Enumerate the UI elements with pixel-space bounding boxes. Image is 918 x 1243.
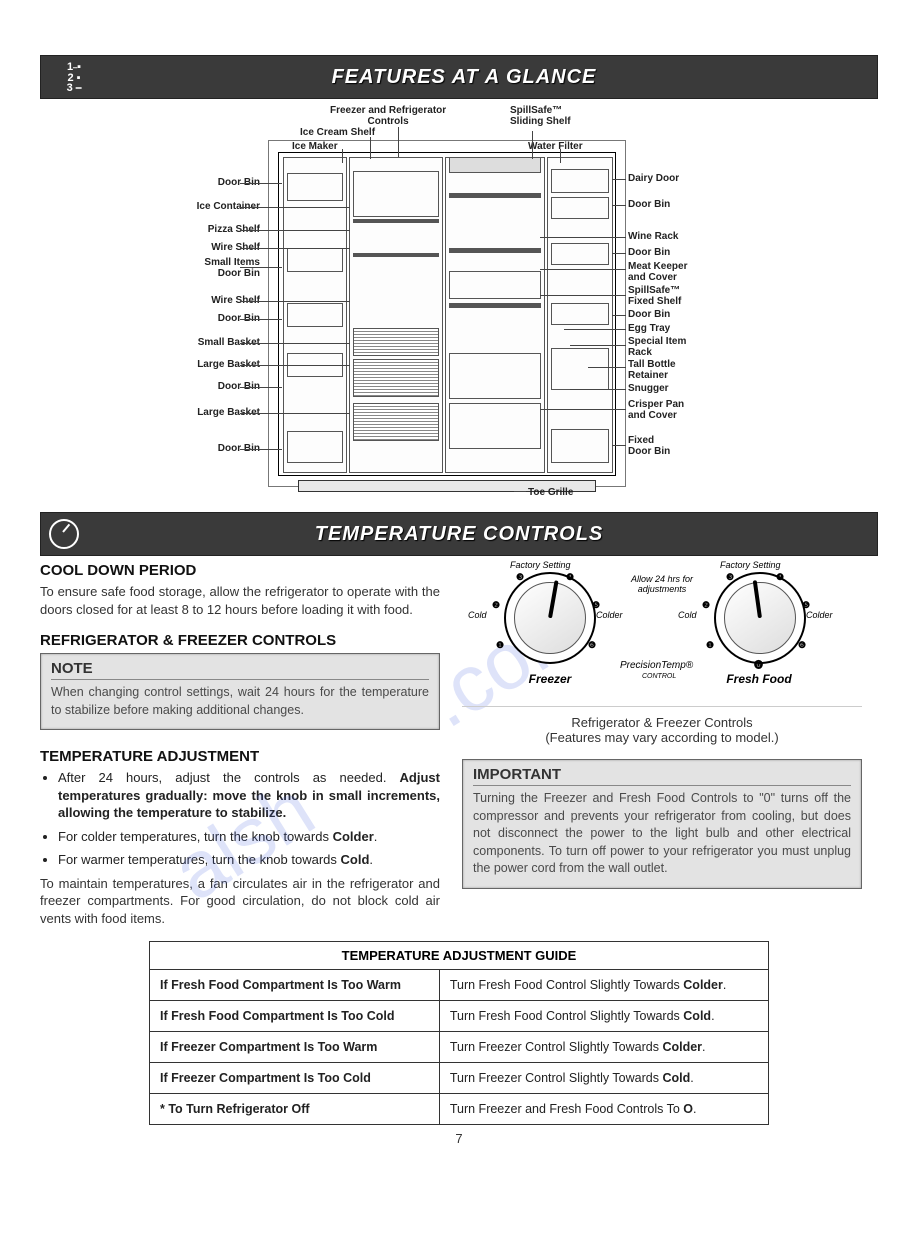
precisiontemp: PrecisionTemp® — [620, 660, 693, 671]
cool-down-heading: COOL DOWN PERIOD — [40, 562, 440, 579]
freezer-dial — [504, 572, 596, 664]
lbl-right-5: SpillSafe™ Fixed Shelf — [628, 285, 681, 307]
table-header: TEMPERATURE ADJUSTMENT GUIDE — [150, 942, 769, 970]
freezer-label: Freezer — [510, 672, 590, 686]
temperature-controls-banner: TEMPERATURE CONTROLS — [40, 512, 878, 556]
right-column: Factory Setting Cold Colder ❶ ❷ ❸ ❹ ❺ ❻ … — [462, 556, 862, 931]
lbl-right-2: Wine Rack — [628, 231, 678, 242]
lbl-right-4: Meat Keeper and Cover — [628, 261, 687, 283]
important-body: Turning the Freezer and Fresh Food Contr… — [473, 790, 851, 878]
colder-2: Colder — [806, 610, 833, 620]
control-small: CONTROL — [642, 673, 676, 680]
table-row: * To Turn Refrigerator OffTurn Freezer a… — [150, 1094, 769, 1125]
note-body: When changing control settings, wait 24 … — [51, 684, 429, 719]
controls-diagram: Factory Setting Cold Colder ❶ ❷ ❸ ❹ ❺ ❻ … — [462, 560, 862, 707]
lbl-right-8: Special Item Rack — [628, 336, 686, 358]
dial-icon — [41, 519, 87, 549]
note-box: NOTE When changing control settings, wai… — [40, 653, 440, 730]
freshfood-dial — [714, 572, 806, 664]
lbl-right-1: Door Bin — [628, 199, 670, 210]
allow-24: Allow 24 hrs for adjustments — [627, 574, 697, 594]
controls-caption-1: Refrigerator & Freezer Controls — [462, 715, 862, 730]
banner-title: FEATURES AT A GLANCE — [97, 66, 877, 89]
table-row: If Freezer Compartment Is Too ColdTurn F… — [150, 1063, 769, 1094]
lbl-right-7: Egg Tray — [628, 323, 670, 334]
temp-adj-heading: TEMPERATURE ADJUSTMENT — [40, 748, 440, 765]
banner2-title: TEMPERATURE CONTROLS — [87, 523, 877, 546]
bullet-2: For colder temperatures, turn the knob t… — [58, 828, 440, 846]
cool-down-body: To ensure safe food storage, allow the r… — [40, 583, 440, 618]
lbl-freezer-refrig-controls: Freezer and Refrigerator Controls — [330, 105, 446, 127]
lbl-water-filter: Water Filter — [528, 141, 583, 152]
bullet-1: After 24 hours, adjust the controls as n… — [58, 769, 440, 822]
lbl-left-4: Small Items Door Bin — [204, 257, 260, 279]
lbl-right-3: Door Bin — [628, 247, 670, 258]
note-title: NOTE — [51, 660, 429, 680]
freshfood-label: Fresh Food — [712, 672, 806, 686]
lbl-spillsafe-sliding: SpillSafe™ Sliding Shelf — [510, 105, 571, 127]
lbl-right-12: Fixed Door Bin — [628, 435, 670, 457]
manual-page: 1⎯▪2 ▪3 ⎯ FEATURES AT A GLANCE — [0, 55, 918, 1243]
controls-heading: REFRIGERATOR & FREEZER CONTROLS — [40, 632, 440, 649]
temp-adjustment-table: TEMPERATURE ADJUSTMENT GUIDE If Fresh Fo… — [149, 941, 769, 1125]
lbl-right-9: Tall Bottle Retainer — [628, 359, 676, 381]
lbl-ice-maker: Ice Maker — [292, 141, 338, 152]
lbl-right-0: Dairy Door — [628, 173, 679, 184]
table-row: If Fresh Food Compartment Is Too WarmTur… — [150, 970, 769, 1001]
table-row: If Freezer Compartment Is Too WarmTurn F… — [150, 1032, 769, 1063]
adj-bullets: After 24 hours, adjust the controls as n… — [58, 769, 440, 869]
cold-2: Cold — [678, 610, 697, 620]
bullet-3: For warmer temperatures, turn the knob t… — [58, 851, 440, 869]
page-number: 7 — [0, 1131, 918, 1146]
left-column: COOL DOWN PERIOD To ensure safe food sto… — [40, 556, 440, 931]
lbl-right-6: Door Bin — [628, 309, 670, 320]
lbl-toe-grille: Toe Grille — [528, 487, 573, 498]
features-diagram: Freezer and Refrigerator Controls Ice Cr… — [40, 105, 878, 500]
controls-caption-2: (Features may vary according to model.) — [462, 730, 862, 745]
maintain-body: To maintain temperatures, a fan circulat… — [40, 875, 440, 928]
factory-setting-1: Factory Setting — [510, 560, 571, 570]
lbl-ice-cream-shelf: Ice Cream Shelf — [300, 127, 375, 138]
important-title: IMPORTANT — [473, 766, 851, 786]
steps-123-icon: 1⎯▪2 ▪3 ⎯ — [41, 56, 97, 98]
colder-1: Colder — [596, 610, 623, 620]
table-row: If Fresh Food Compartment Is Too ColdTur… — [150, 1001, 769, 1032]
cold-1: Cold — [468, 610, 487, 620]
features-banner: 1⎯▪2 ▪3 ⎯ FEATURES AT A GLANCE — [40, 55, 878, 99]
important-box: IMPORTANT Turning the Freezer and Fresh … — [462, 759, 862, 889]
content-columns: COOL DOWN PERIOD To ensure safe food sto… — [40, 556, 878, 931]
lbl-right-10: Snugger — [628, 383, 669, 394]
factory-setting-2: Factory Setting — [720, 560, 781, 570]
lbl-right-11: Crisper Pan and Cover — [628, 399, 684, 421]
